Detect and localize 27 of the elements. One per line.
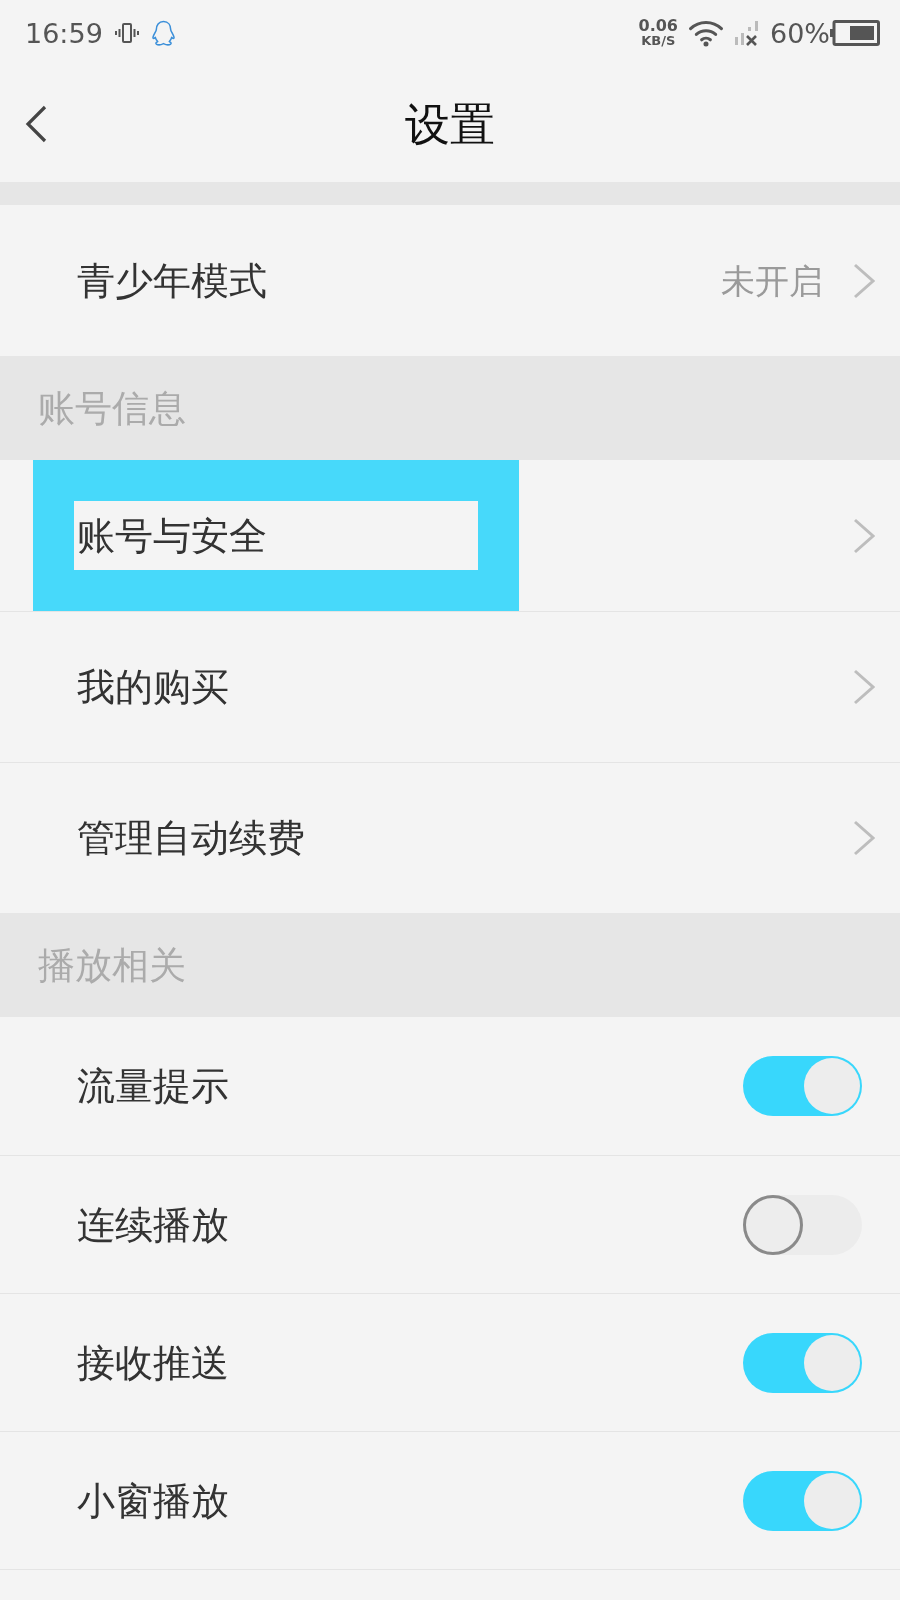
toggle-switch[interactable]: [743, 1056, 862, 1116]
chevron-right-icon: [853, 262, 875, 299]
vibrate-icon: [114, 21, 139, 45]
settings-item-label: 流量提示: [76, 1067, 229, 1105]
speed-unit: KB/S: [641, 34, 676, 48]
section-title: 播放相关: [38, 946, 186, 984]
settings-item-label[interactable]: 青少年模式: [74, 261, 267, 300]
page-title: 设置: [405, 101, 495, 147]
chevron-right-icon: [853, 820, 875, 856]
settings-item-label[interactable]: 管理自动续费: [74, 819, 305, 857]
chevron-right-icon: [853, 517, 875, 554]
status-time: 16:59: [25, 19, 103, 47]
back-icon[interactable]: [25, 105, 47, 143]
battery-percent: 60%: [770, 19, 830, 47]
settings-item-label[interactable]: 我的购买: [74, 668, 229, 706]
signal-off-icon: [734, 20, 760, 46]
penguin-icon: [150, 19, 176, 47]
network-speed: 0.06: [638, 18, 678, 34]
section-title: 账号信息: [38, 389, 186, 427]
settings-item-label: 接收推送: [76, 1343, 229, 1382]
settings-item-label: 小窗播放: [76, 1481, 229, 1520]
chevron-right-icon: [853, 669, 875, 705]
battery-icon: [830, 20, 880, 46]
status-value: 未开启: [721, 263, 823, 298]
settings-item-label: 连续播放: [76, 1205, 229, 1244]
settings-item-label[interactable]: 账号与安全: [74, 516, 267, 555]
wifi-icon: [688, 19, 724, 47]
